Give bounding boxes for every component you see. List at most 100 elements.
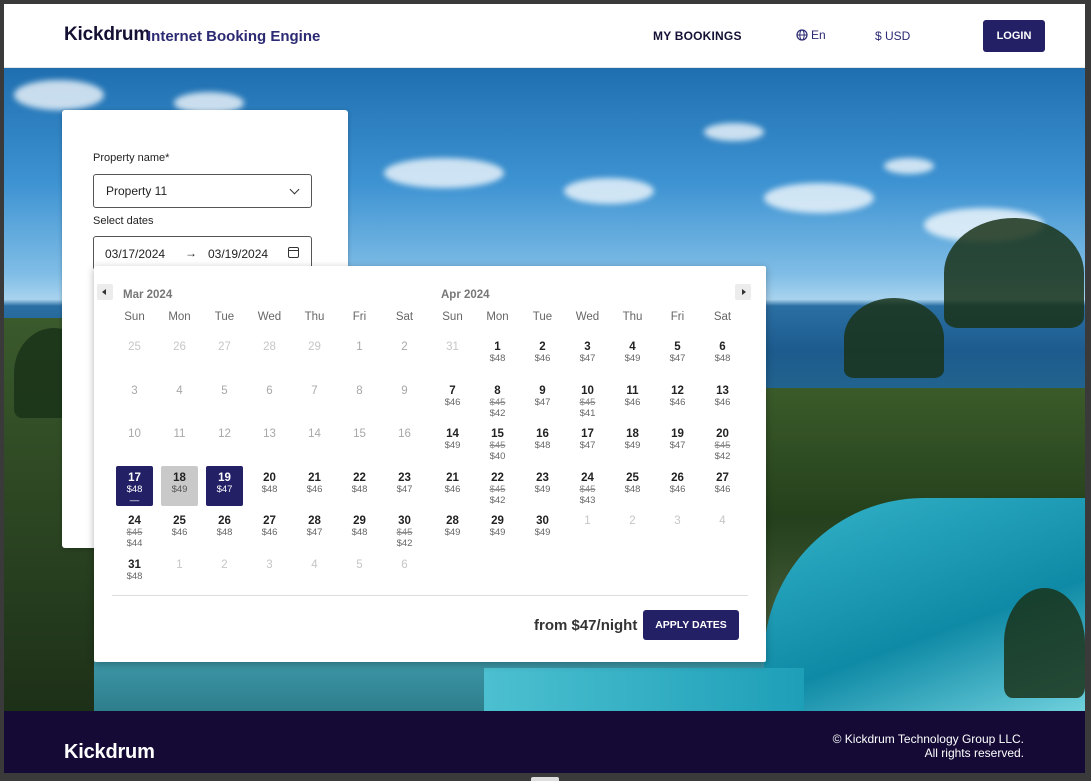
property-select[interactable]: Property 11 (93, 174, 312, 208)
day-number: 17 (581, 428, 594, 441)
day-number: 1 (356, 341, 363, 353)
day-price: $49 (624, 440, 641, 452)
day-price: $46 (669, 483, 686, 495)
calendar-day[interactable]: 18 $49 (161, 465, 198, 506)
day-number: 25 (128, 341, 141, 353)
calendar-day[interactable]: 17 $47 (569, 422, 606, 462)
apply-dates-button[interactable]: APPLY DATES (643, 610, 739, 640)
calendar-day[interactable]: 28 $49 (434, 509, 471, 549)
day-number: 4 (176, 384, 183, 397)
calendar-day[interactable]: 13 $46 (704, 379, 741, 419)
calendar-day[interactable]: 18 $49 (614, 422, 651, 462)
calendar-day[interactable]: 20 $48 (251, 466, 288, 506)
calendar-day[interactable]: 24 $45 $43 (569, 466, 606, 506)
calendar-day[interactable]: 25 $48 (614, 466, 651, 506)
calendar-day[interactable]: 23 $49 (524, 466, 561, 506)
rights-text: All rights reserved. (924, 746, 1024, 760)
calendar-day[interactable]: 27 $46 (704, 466, 741, 506)
calendar-day[interactable]: 19 $47 (659, 422, 696, 462)
calendar-day: 14 (296, 422, 333, 462)
currency-selector[interactable]: $ USD (875, 29, 910, 43)
calendar-day[interactable]: 22 $45 $42 (479, 466, 516, 506)
copyright-text: © Kickdrum Technology Group LLC. (832, 732, 1024, 746)
calendar-day[interactable]: 31 $48 (116, 553, 153, 593)
day-number: 8 (356, 384, 363, 397)
calendar-day[interactable]: 11 $46 (614, 379, 651, 419)
calendar-day[interactable]: 1 $48 (479, 335, 516, 375)
calendar-day[interactable]: 12 $46 (659, 379, 696, 419)
day-number: 5 (356, 559, 363, 571)
day-price: $46 (714, 396, 731, 408)
calendar-day[interactable]: 30 $49 (524, 509, 561, 549)
login-button[interactable]: LOGIN (983, 20, 1045, 52)
day-price: $46 (624, 396, 641, 408)
calendar-day[interactable]: 8 $45 $42 (479, 379, 516, 419)
calendar-day[interactable]: 5 $47 (659, 335, 696, 375)
calendar-day[interactable]: 9 $47 (524, 379, 561, 419)
scrollbar-thumb[interactable] (531, 777, 559, 781)
day-price: $46 (714, 483, 731, 495)
calendar-day[interactable]: 15 $45 $40 (479, 422, 516, 462)
calendar-day[interactable]: 7 $46 (434, 379, 471, 419)
day-price: $49 (534, 483, 551, 495)
calendar-day[interactable]: 29 $48 (341, 509, 378, 549)
day-number: 15 (491, 428, 504, 441)
prev-month-button[interactable] (97, 284, 113, 300)
calendar-day[interactable]: 2 $46 (524, 335, 561, 375)
day-number: 21 (308, 471, 321, 484)
calendar-day[interactable]: 4 $49 (614, 335, 651, 375)
calendar-day: 6 (386, 553, 423, 593)
calendar-day[interactable]: 20 $45 $42 (704, 422, 741, 462)
calendar-day[interactable]: 29 $49 (479, 509, 516, 549)
calendar-day: 28 (251, 335, 288, 375)
calendar-day: 3 (116, 379, 153, 419)
date-range-input[interactable]: 03/17/2024 → 03/19/2024 (93, 236, 312, 270)
day-number: 29 (308, 341, 321, 353)
language-selector[interactable]: En (796, 28, 826, 42)
calendar-day[interactable]: 14 $49 (434, 422, 471, 462)
day-original-price: $45 (396, 527, 413, 539)
day-number: 5 (221, 384, 228, 397)
calendar-day[interactable]: 23 $47 (386, 466, 423, 506)
calendar-day: 4 (704, 509, 741, 549)
calendar-day: 7 (296, 379, 333, 419)
day-number: 26 (173, 341, 186, 353)
calendar-day[interactable]: 17 $48— (116, 465, 153, 506)
calendar-day: 1 (161, 553, 198, 593)
calendar-day[interactable]: 26 $48 (206, 509, 243, 549)
calendar-day[interactable]: 22 $48 (341, 466, 378, 506)
calendar-day[interactable]: 28 $47 (296, 509, 333, 549)
calendar-day[interactable]: 10 $45 $41 (569, 379, 606, 419)
calendar-day[interactable]: 6 $48 (704, 335, 741, 375)
day-price: $42 (489, 407, 506, 419)
my-bookings-link[interactable]: MY BOOKINGS (653, 29, 742, 43)
day-price: $49 (489, 527, 506, 539)
calendar-day[interactable]: 3 $47 (569, 335, 606, 375)
brand-subtitle: Internet Booking Engine (147, 28, 321, 45)
calendar-day[interactable]: 19 $47 (206, 465, 243, 506)
calendar-day[interactable]: 26 $46 (659, 466, 696, 506)
calendar-day[interactable]: 25 $46 (161, 509, 198, 549)
day-price: $48 (126, 483, 143, 495)
day-price: $49 (171, 483, 188, 495)
calendar-day[interactable]: 27 $46 (251, 509, 288, 549)
day-price: $47 (216, 483, 233, 495)
brand-logo[interactable]: Kickdrum (64, 24, 150, 46)
calendar-day: 16 (386, 422, 423, 462)
calendar-day: 1 (341, 335, 378, 375)
day-number: 3 (584, 341, 591, 353)
day-price: $46 (171, 527, 188, 539)
day-number: 17 (128, 471, 141, 484)
calendar-day[interactable]: 24 $45 $44 (116, 509, 153, 549)
day-number: 10 (128, 428, 141, 441)
day-number: 25 (626, 471, 639, 484)
calendar-day[interactable]: 30 $45 $42 (386, 509, 423, 549)
day-number: 28 (263, 341, 276, 353)
calendar-day[interactable]: 21 $46 (434, 466, 471, 506)
calendar-day[interactable]: 21 $46 (296, 466, 333, 506)
day-number: 14 (308, 428, 321, 441)
calendar-day[interactable]: 16 $48 (524, 422, 561, 462)
day-number: 4 (311, 559, 318, 571)
next-month-button[interactable] (735, 284, 751, 300)
day-number: 22 (491, 471, 504, 484)
